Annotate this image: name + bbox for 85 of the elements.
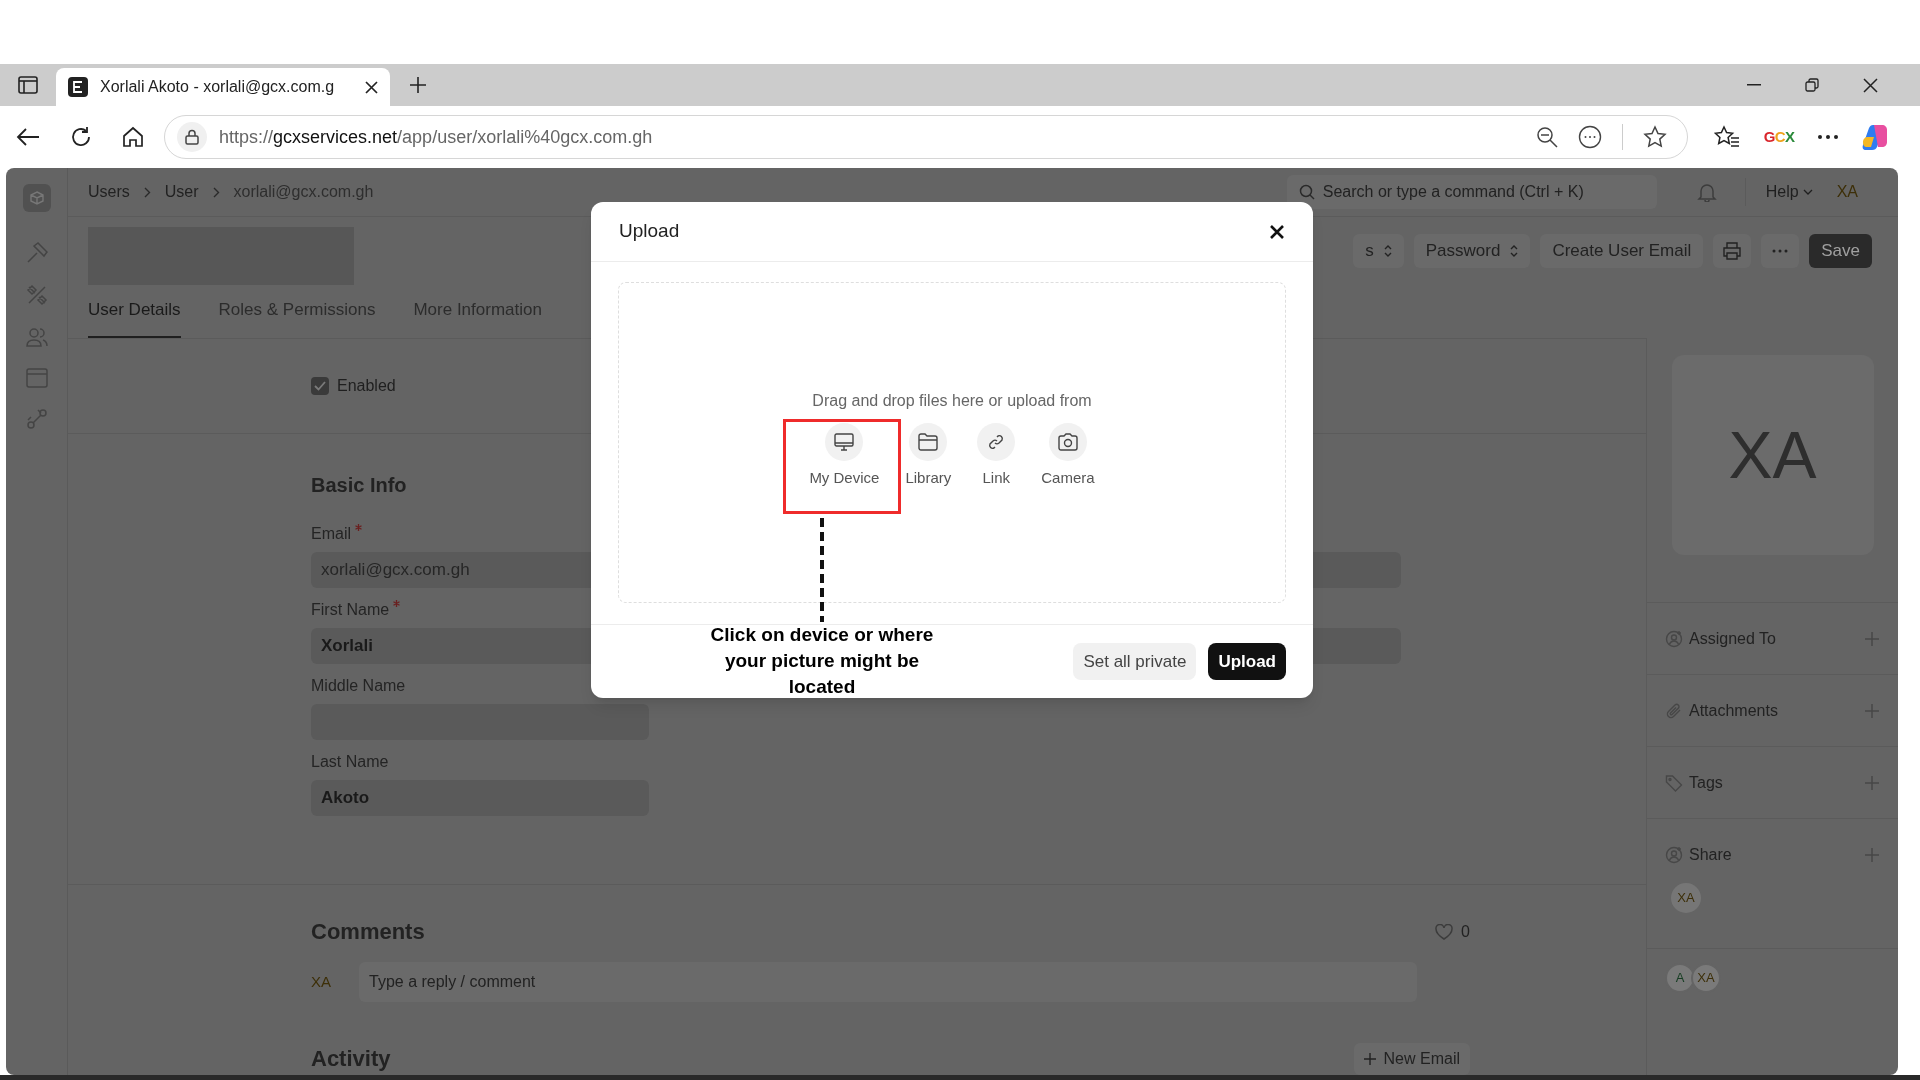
upload-source-button[interactable]: Library — [905, 423, 952, 490]
upload-source-button[interactable]: Camera — [1041, 423, 1095, 490]
field-label: Email — [311, 524, 351, 544]
chevron-right-icon — [212, 186, 220, 198]
more-dots-icon — [1772, 249, 1789, 253]
profile-avatar[interactable]: XA — [1671, 355, 1874, 555]
dropdown-button[interactable]: Password — [1413, 234, 1531, 268]
tab-title: Xorlali Akoto - xorlali@gcx.com.g — [100, 77, 335, 97]
field-label: Last Name — [311, 752, 389, 772]
paperclip-icon — [1665, 701, 1683, 720]
upload-button[interactable]: Upload — [1208, 643, 1286, 680]
new-tab-icon[interactable] — [409, 76, 427, 94]
zoom-out-icon[interactable] — [1536, 126, 1558, 148]
drop-zone[interactable]: Drag and drop files here or upload from My Device Library Link Camera — [618, 282, 1286, 603]
search-icon — [1298, 184, 1315, 200]
chevron-down-icon — [1802, 189, 1813, 195]
save-button[interactable]: Save — [1809, 234, 1872, 268]
upload-source-button[interactable]: Link — [977, 423, 1016, 490]
menu-dots-icon[interactable] — [1818, 135, 1838, 139]
section-title: Basic Info — [311, 473, 407, 498]
monitor-icon — [825, 423, 864, 461]
dialog-title: Upload — [619, 219, 680, 244]
print-button[interactable] — [1713, 234, 1752, 268]
tag-icon — [1665, 773, 1683, 792]
sidebar-label: Share — [1689, 845, 1732, 865]
close-icon[interactable] — [365, 80, 378, 94]
user-avatar: XA — [311, 971, 332, 992]
back-arrow-icon[interactable] — [16, 127, 40, 147]
enabled-checkbox[interactable] — [311, 377, 329, 395]
activity-title: Activity — [311, 1045, 391, 1073]
star-icon[interactable] — [1643, 125, 1667, 149]
sort-arrows-icon — [1383, 245, 1392, 257]
folder-icon — [909, 423, 948, 461]
sidebar-toggle-icon[interactable] — [18, 76, 38, 94]
reload-icon[interactable] — [70, 126, 92, 148]
url-text: https://gcxservices.net/app/user/xorlali%40gcx.com.gh — [219, 125, 653, 149]
create-email-button[interactable]: Create User Email — [1540, 234, 1704, 268]
checkbox-label: Enabled — [337, 376, 396, 396]
like-count: 0 — [1461, 921, 1470, 942]
breadcrumb-link[interactable]: Users — [88, 180, 130, 204]
search-field[interactable]: Search or type a command (Ctrl + K) — [1286, 175, 1657, 209]
site-info-icon[interactable] — [177, 122, 207, 152]
user-plus-icon — [1665, 846, 1683, 864]
copilot-icon[interactable] — [1860, 122, 1890, 152]
site-favicon-icon — [68, 77, 88, 97]
heart-icon[interactable] — [1435, 923, 1454, 940]
comments-title: Comments — [311, 918, 425, 946]
sidebar-label: Attachments — [1689, 700, 1778, 721]
close-icon[interactable] — [1269, 223, 1285, 240]
printer-icon — [1723, 242, 1742, 260]
upload-source-button[interactable]: My Device — [809, 423, 880, 490]
browser-tab[interactable]: Xorlali Akoto - xorlali@gcx.com.g — [56, 68, 390, 106]
link-icon — [977, 423, 1016, 461]
sidebar-label: Tags — [1689, 772, 1723, 793]
annotation-caption: Click on device or where your picture might be located — [709, 623, 935, 699]
camera-icon — [1048, 423, 1087, 461]
sidebar-label: Assigned To — [1689, 628, 1776, 649]
viewer-avatar: A — [1665, 963, 1695, 993]
tab[interactable]: Roles & Permissions — [218, 284, 376, 338]
field-label: First Name — [311, 600, 390, 620]
favorites-icon[interactable] — [1714, 125, 1740, 149]
viewer-avatar: XA — [1691, 963, 1721, 993]
breadcrumb-link[interactable]: User — [164, 180, 199, 204]
more-options-icon[interactable] — [1578, 125, 1602, 149]
close-icon[interactable] — [1863, 77, 1878, 93]
bell-icon[interactable] — [1696, 182, 1717, 202]
user-plus-icon — [1665, 629, 1683, 648]
home-icon[interactable] — [122, 126, 144, 148]
minimize-icon[interactable] — [1747, 84, 1761, 86]
user-avatar: XA — [1671, 883, 1701, 913]
user-avatar[interactable]: XA — [1836, 180, 1858, 204]
drop-instructions: Drag and drop files here or upload from — [812, 391, 1092, 411]
set-private-button[interactable]: Set all private — [1073, 643, 1197, 680]
restore-icon[interactable] — [1805, 78, 1819, 92]
input-field[interactable]: Akoto — [311, 780, 649, 816]
dropdown-button[interactable]: s — [1353, 234, 1404, 268]
new-email-button[interactable]: New Email — [1353, 1042, 1470, 1075]
plus-icon — [1363, 1052, 1376, 1065]
tab[interactable]: More Information — [413, 284, 542, 338]
chevron-right-icon — [143, 186, 151, 198]
tab[interactable]: User Details — [88, 284, 181, 338]
comment-input[interactable]: Type a reply / comment — [359, 962, 1417, 1002]
sort-arrows-icon — [1510, 245, 1519, 257]
field-label: Middle Name — [311, 676, 406, 696]
help-menu[interactable]: Help — [1765, 180, 1813, 204]
